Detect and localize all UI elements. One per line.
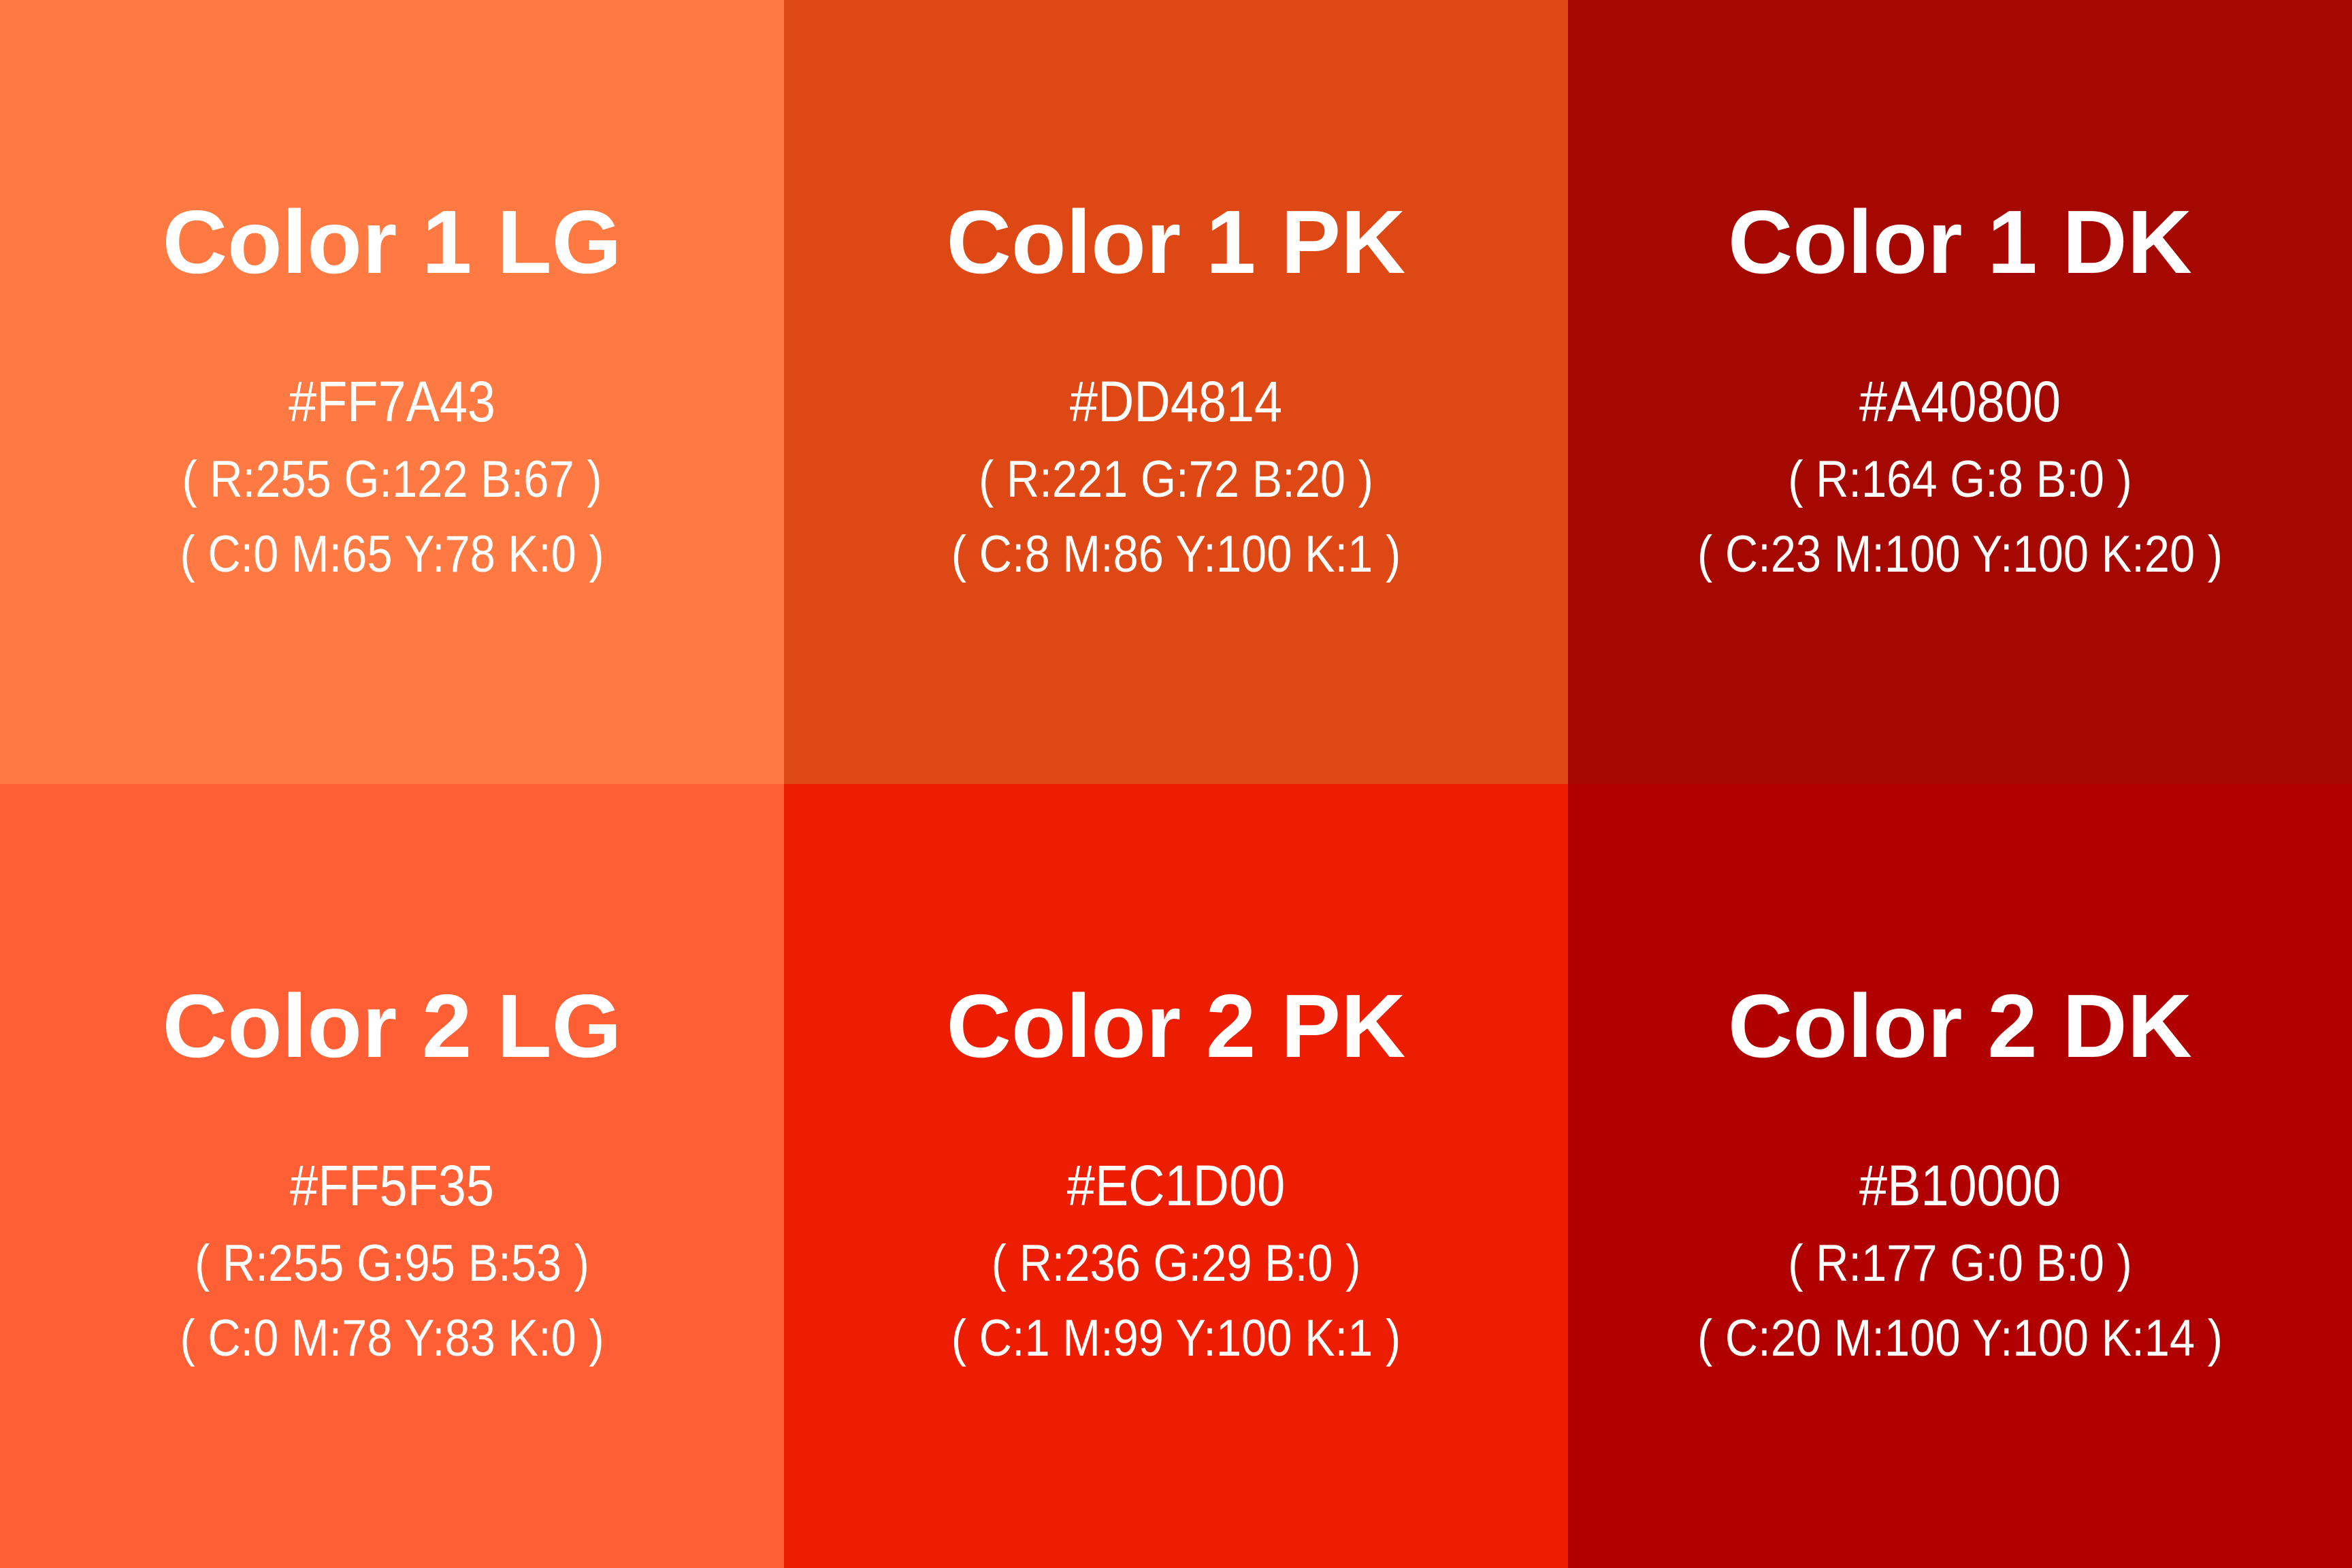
swatch-color-2-pk: Color 2 PK #EC1D00 ( R:236 G:29 B:0 ) ( … <box>784 784 1568 1568</box>
swatch-title: Color 2 PK <box>946 976 1406 1076</box>
swatch-hex-code: #FF7A43 <box>288 370 496 434</box>
swatch-rgb-values: ( R:164 G:8 B:0 ) <box>1788 451 2132 508</box>
swatch-title: Color 1 PK <box>946 192 1406 292</box>
swatch-title: Color 2 LG <box>162 976 622 1076</box>
swatch-hex-code: #B10000 <box>1859 1154 2061 1218</box>
swatch-cmyk-values: ( C:20 M:100 Y:100 K:14 ) <box>1697 1309 2223 1367</box>
swatch-hex-code: #FF5F35 <box>290 1154 494 1218</box>
swatch-color-1-lg: Color 1 LG #FF7A43 ( R:255 G:122 B:67 ) … <box>0 0 784 784</box>
swatch-cmyk-values: ( C:23 M:100 Y:100 K:20 ) <box>1697 525 2223 583</box>
swatch-color-2-lg: Color 2 LG #FF5F35 ( R:255 G:95 B:53 ) (… <box>0 784 784 1568</box>
color-swatch-grid: Color 1 LG #FF7A43 ( R:255 G:122 B:67 ) … <box>0 0 2352 1568</box>
swatch-color-2-dk: Color 2 DK #B10000 ( R:177 G:0 B:0 ) ( C… <box>1568 784 2352 1568</box>
swatch-cmyk-values: ( C:0 M:65 Y:78 K:0 ) <box>180 525 604 583</box>
swatch-color-1-dk: Color 1 DK #A40800 ( R:164 G:8 B:0 ) ( C… <box>1568 0 2352 784</box>
swatch-rgb-values: ( R:177 G:0 B:0 ) <box>1788 1235 2132 1292</box>
swatch-hex-code: #DD4814 <box>1069 370 1283 434</box>
swatch-rgb-values: ( R:255 G:95 B:53 ) <box>195 1235 589 1292</box>
swatch-rgb-values: ( R:236 G:29 B:0 ) <box>991 1235 1361 1292</box>
swatch-title: Color 1 LG <box>162 192 622 292</box>
swatch-cmyk-values: ( C:8 M:86 Y:100 K:1 ) <box>951 525 1401 583</box>
swatch-cmyk-values: ( C:1 M:99 Y:100 K:1 ) <box>951 1309 1401 1367</box>
swatch-rgb-values: ( R:221 G:72 B:20 ) <box>979 451 1373 508</box>
swatch-rgb-values: ( R:255 G:122 B:67 ) <box>182 451 602 508</box>
swatch-cmyk-values: ( C:0 M:78 Y:83 K:0 ) <box>180 1309 604 1367</box>
swatch-color-1-pk: Color 1 PK #DD4814 ( R:221 G:72 B:20 ) (… <box>784 0 1568 784</box>
swatch-hex-code: #EC1D00 <box>1066 1154 1286 1218</box>
swatch-title: Color 1 DK <box>1727 192 2193 292</box>
swatch-hex-code: #A40800 <box>1859 370 2061 434</box>
swatch-title: Color 2 DK <box>1727 976 2193 1076</box>
